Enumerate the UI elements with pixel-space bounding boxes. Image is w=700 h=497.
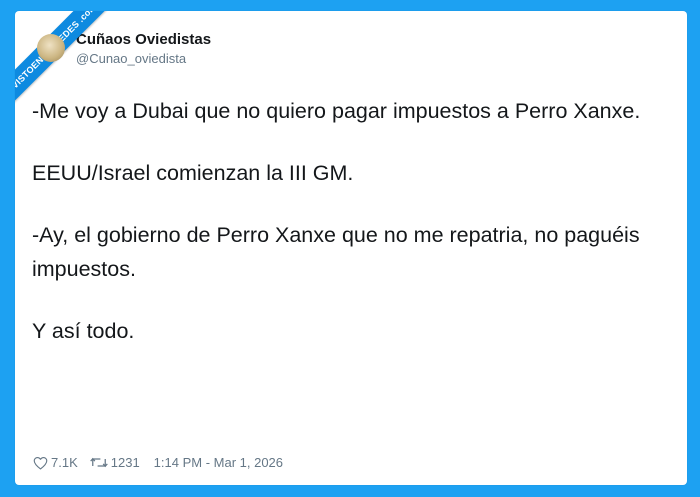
tweet-meta: 7.1K 1231 1:14 PM - Mar 1, 2026 <box>33 455 283 470</box>
watermark-ribbon: VISTOENLASREDES .com <box>15 11 135 131</box>
like-count: 7.1K <box>51 455 78 470</box>
avatar[interactable] <box>37 34 65 62</box>
tweet-paragraph: -Ay, el gobierno de Perro Xanxe que no m… <box>32 223 640 281</box>
tweet-paragraph: EEUU/Israel comienzan la III GM. <box>32 161 354 185</box>
tweet-paragraph: Y así todo. <box>32 319 135 343</box>
retweet-icon[interactable] <box>89 456 108 469</box>
timestamp[interactable]: 1:14 PM - Mar 1, 2026 <box>154 455 283 470</box>
heart-icon[interactable] <box>33 456 48 470</box>
tweet-text: -Me voy a Dubai que no quiero pagar impu… <box>32 94 672 376</box>
watermark-text: VISTOENLASREDES .com <box>15 11 122 114</box>
retweet-count: 1231 <box>110 455 140 470</box>
